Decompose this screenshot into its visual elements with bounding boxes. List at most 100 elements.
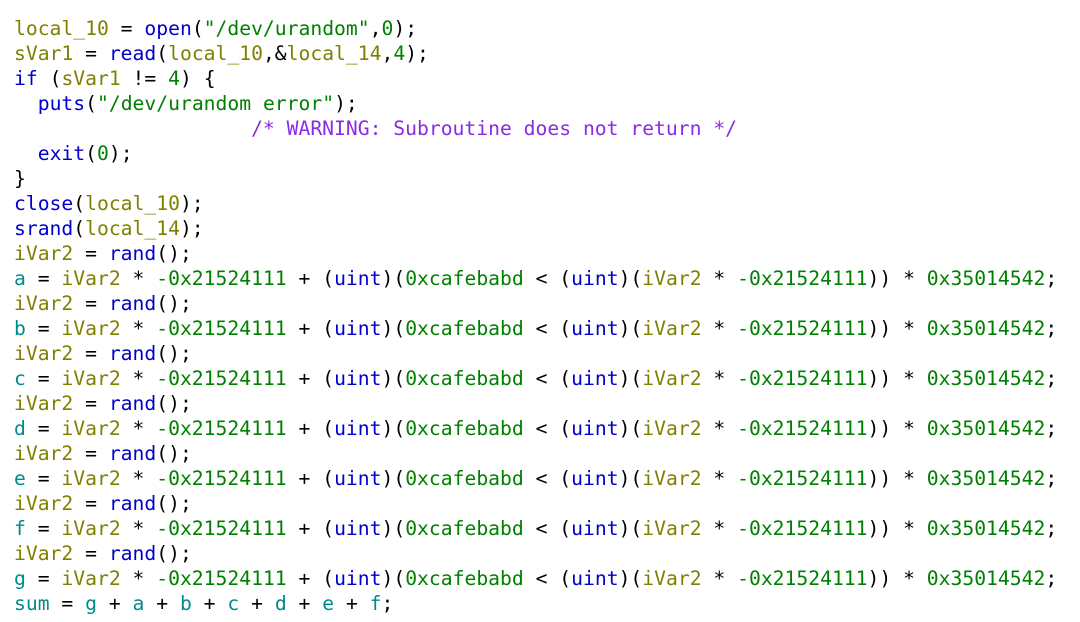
- code-local-variable[interactable]: sVar1: [14, 42, 73, 65]
- code-line[interactable]: exit(0);: [14, 141, 1057, 166]
- code-line[interactable]: iVar2 = rand();: [14, 241, 1057, 266]
- code-global-variable[interactable]: d: [14, 417, 26, 440]
- code-function-name[interactable]: rand: [109, 492, 156, 515]
- code-global-variable[interactable]: sum: [14, 592, 50, 615]
- code-punctuation: *: [120, 367, 157, 390]
- code-line[interactable]: c = iVar2 * -0x21524111 + (uint)(0xcafeb…: [14, 366, 1057, 391]
- code-punctuation: ();: [156, 492, 192, 515]
- code-line[interactable]: iVar2 = rand();: [14, 541, 1057, 566]
- code-local-variable[interactable]: local_14: [287, 42, 382, 65]
- code-local-variable[interactable]: iVar2: [14, 242, 73, 265]
- code-local-variable[interactable]: iVar2: [642, 467, 701, 490]
- code-function-name[interactable]: puts: [38, 92, 85, 115]
- code-local-variable[interactable]: iVar2: [642, 417, 701, 440]
- code-local-variable[interactable]: iVar2: [61, 467, 120, 490]
- code-line[interactable]: iVar2 = rand();: [14, 441, 1057, 466]
- code-local-variable[interactable]: iVar2: [14, 442, 73, 465]
- code-local-variable[interactable]: iVar2: [61, 417, 120, 440]
- code-function-name[interactable]: rand: [109, 542, 156, 565]
- code-function-name[interactable]: rand: [109, 292, 156, 315]
- code-punctuation: ();: [156, 542, 192, 565]
- code-global-variable[interactable]: f: [14, 517, 26, 540]
- code-line[interactable]: /* WARNING: Subroutine does not return *…: [14, 116, 1057, 141]
- code-global-variable[interactable]: d: [275, 592, 287, 615]
- code-local-variable[interactable]: iVar2: [642, 567, 701, 590]
- code-global-variable[interactable]: e: [14, 467, 26, 490]
- code-punctuation: )(: [618, 567, 643, 590]
- code-type-name: uint: [334, 417, 382, 440]
- code-local-variable[interactable]: iVar2: [642, 317, 701, 340]
- code-line[interactable]: iVar2 = rand();: [14, 341, 1057, 366]
- code-local-variable[interactable]: iVar2: [642, 267, 701, 290]
- code-line[interactable]: e = iVar2 * -0x21524111 + (uint)(0xcafeb…: [14, 466, 1057, 491]
- code-line[interactable]: iVar2 = rand();: [14, 391, 1057, 416]
- code-global-variable[interactable]: a: [133, 592, 145, 615]
- code-local-variable[interactable]: iVar2: [14, 542, 73, 565]
- code-line[interactable]: d = iVar2 * -0x21524111 + (uint)(0xcafeb…: [14, 416, 1057, 441]
- code-global-variable[interactable]: b: [14, 317, 26, 340]
- code-punctuation: =: [73, 392, 109, 415]
- code-punctuation: *: [120, 417, 157, 440]
- code-local-variable[interactable]: iVar2: [14, 392, 73, 415]
- code-global-variable[interactable]: a: [14, 267, 26, 290]
- code-punctuation: ;: [1045, 467, 1058, 490]
- code-global-variable[interactable]: g: [14, 567, 26, 590]
- code-local-variable[interactable]: local_10: [168, 42, 263, 65]
- code-line[interactable]: sum = g + a + b + c + d + e + f;: [14, 591, 1057, 616]
- code-local-variable[interactable]: local_10: [85, 192, 180, 215]
- code-number-literal: 0xcafebabd: [405, 317, 524, 340]
- code-punctuation: )(: [618, 367, 643, 390]
- code-function-name[interactable]: rand: [109, 342, 156, 365]
- code-local-variable[interactable]: iVar2: [14, 292, 73, 315]
- code-global-variable[interactable]: f: [370, 592, 382, 615]
- code-function-name[interactable]: read: [109, 42, 156, 65]
- code-global-variable[interactable]: b: [180, 592, 192, 615]
- code-line[interactable]: f = iVar2 * -0x21524111 + (uint)(0xcafeb…: [14, 516, 1057, 541]
- code-function-name[interactable]: rand: [109, 242, 156, 265]
- code-line[interactable]: srand(local_14);: [14, 216, 1057, 241]
- code-number-literal: 0xcafebabd: [405, 567, 524, 590]
- code-punctuation: );: [405, 42, 429, 65]
- code-local-variable[interactable]: iVar2: [61, 317, 120, 340]
- code-local-variable[interactable]: iVar2: [61, 567, 120, 590]
- code-line[interactable]: close(local_10);: [14, 191, 1057, 216]
- code-local-variable[interactable]: sVar1: [61, 67, 120, 90]
- code-line[interactable]: sVar1 = read(local_10,&local_14,4);: [14, 41, 1057, 66]
- code-function-name[interactable]: exit: [38, 142, 85, 165]
- code-number-literal: -0x21524111: [156, 567, 287, 590]
- code-punctuation: (: [191, 17, 204, 40]
- code-local-variable[interactable]: local_14: [85, 217, 180, 240]
- code-global-variable[interactable]: c: [14, 367, 26, 390]
- code-local-variable[interactable]: local_10: [14, 17, 109, 40]
- code-global-variable[interactable]: c: [227, 592, 239, 615]
- code-function-name[interactable]: close: [14, 192, 73, 215]
- code-line[interactable]: }: [14, 166, 1057, 191]
- code-local-variable[interactable]: iVar2: [61, 517, 120, 540]
- code-number-literal: 0xcafebabd: [405, 417, 524, 440]
- code-local-variable[interactable]: iVar2: [642, 367, 701, 390]
- code-punctuation: < (: [523, 267, 572, 290]
- code-function-name[interactable]: srand: [14, 217, 73, 240]
- decompiler-code-view[interactable]: local_10 = open("/dev/urandom",0); sVar1 …: [14, 16, 1057, 616]
- code-line[interactable]: g = iVar2 * -0x21524111 + (uint)(0xcafeb…: [14, 566, 1057, 591]
- code-local-variable[interactable]: iVar2: [14, 342, 73, 365]
- code-line[interactable]: b = iVar2 * -0x21524111 + (uint)(0xcafeb…: [14, 316, 1057, 341]
- code-line[interactable]: puts("/dev/urandom error");: [14, 91, 1057, 116]
- code-line[interactable]: if (sVar1 != 4) {: [14, 66, 1057, 91]
- code-punctuation: =: [49, 592, 86, 615]
- code-function-name[interactable]: open: [144, 17, 191, 40]
- code-line[interactable]: a = iVar2 * -0x21524111 + (uint)(0xcafeb…: [14, 266, 1057, 291]
- code-line[interactable]: iVar2 = rand();: [14, 291, 1057, 316]
- code-line[interactable]: iVar2 = rand();: [14, 491, 1057, 516]
- code-function-name[interactable]: rand: [109, 392, 156, 415]
- code-local-variable[interactable]: iVar2: [61, 267, 120, 290]
- code-global-variable[interactable]: e: [322, 592, 334, 615]
- code-line[interactable]: local_10 = open("/dev/urandom",0);: [14, 16, 1057, 41]
- code-punctuation: ;: [1045, 517, 1058, 540]
- code-punctuation: *: [701, 567, 738, 590]
- code-function-name[interactable]: rand: [109, 442, 156, 465]
- code-local-variable[interactable]: iVar2: [642, 517, 701, 540]
- code-local-variable[interactable]: iVar2: [61, 367, 120, 390]
- code-global-variable[interactable]: g: [85, 592, 97, 615]
- code-local-variable[interactable]: iVar2: [14, 492, 73, 515]
